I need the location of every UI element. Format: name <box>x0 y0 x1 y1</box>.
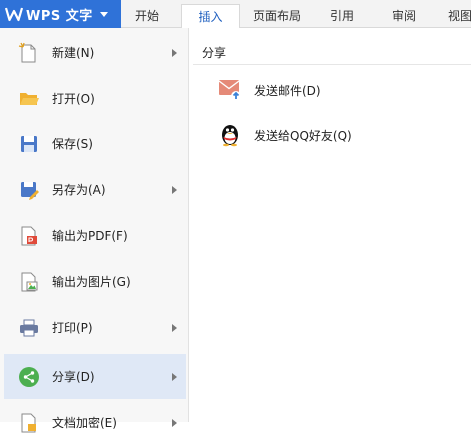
tab-home[interactable]: 开始 <box>121 4 173 28</box>
menu-item-export-pdf[interactable]: 输出为PDF(F) <box>4 213 186 258</box>
mail-icon <box>217 76 243 102</box>
menu-item-label: 打印(P) <box>52 321 93 335</box>
menu-item-print[interactable]: 打印(P) <box>4 305 186 350</box>
qq-icon <box>217 121 243 147</box>
menu-item-new[interactable]: 新建(N) <box>4 30 186 75</box>
submenu-arrow-icon <box>172 419 177 427</box>
ribbon-tab-bar: WPS 文字 开始 插入 页面布局 引用 审阅 视图 <box>0 0 471 29</box>
save-as-icon <box>18 179 40 201</box>
menu-item-encrypt[interactable]: 文档加密(E) <box>4 400 186 445</box>
tab-view[interactable]: 视图 <box>440 4 471 28</box>
app-name: WPS 文字 <box>26 8 93 24</box>
pdf-icon <box>18 225 40 247</box>
panel-title: 分享 <box>202 46 227 60</box>
wps-logo-icon <box>4 5 24 23</box>
share-icon <box>18 366 40 388</box>
menu-item-share[interactable]: 分享(D) <box>4 354 186 399</box>
chevron-down-icon[interactable] <box>95 5 113 23</box>
menu-item-label: 分享(D) <box>52 370 95 384</box>
menu-item-save-as[interactable]: 另存为(A) <box>4 167 186 212</box>
tab-references[interactable]: 引用 <box>316 4 368 28</box>
menu-item-label: 输出为PDF(F) <box>52 229 128 243</box>
menu-item-label: 打开(O) <box>52 92 95 106</box>
menu-item-open[interactable]: 打开(O) <box>4 76 186 121</box>
app-menu-button[interactable]: WPS 文字 <box>0 0 121 28</box>
menu-item-label: 输出为图片(G) <box>52 275 131 289</box>
submenu-arrow-icon <box>172 49 177 57</box>
menu-item-save[interactable]: 保存(S) <box>4 121 186 166</box>
share-item-label: 发送邮件(D) <box>254 84 321 98</box>
panel-divider <box>193 64 471 65</box>
menu-item-label: 保存(S) <box>52 137 93 151</box>
tab-insert[interactable]: 插入 <box>181 4 240 29</box>
save-icon <box>18 133 40 155</box>
new-doc-icon <box>18 42 40 64</box>
menu-item-export-image[interactable]: 输出为图片(G) <box>4 259 186 304</box>
printer-icon <box>18 317 40 339</box>
submenu-arrow-icon <box>172 186 177 194</box>
folder-icon <box>18 88 40 110</box>
file-menu: 新建(N) 打开(O) 保存(S) 另存为(A) 输出为PDF(F) 输出为图片… <box>0 28 189 433</box>
submenu-arrow-icon <box>172 373 177 381</box>
menu-item-label: 文档加密(E) <box>52 416 117 430</box>
submenu-arrow-icon <box>172 324 177 332</box>
share-item-label: 发送给QQ好友(Q) <box>254 129 352 143</box>
menu-item-label: 新建(N) <box>52 46 95 60</box>
tab-page-layout[interactable]: 页面布局 <box>246 4 308 28</box>
send-email-button[interactable]: 发送邮件(D) <box>213 74 453 106</box>
encrypt-icon <box>18 412 40 434</box>
send-qq-button[interactable]: 发送给QQ好友(Q) <box>213 119 453 151</box>
image-export-icon <box>18 271 40 293</box>
share-panel: 分享 发送邮件(D) 发送给QQ好友(Q) <box>189 28 471 422</box>
tab-review[interactable]: 审阅 <box>378 4 430 28</box>
menu-item-label: 另存为(A) <box>52 183 106 197</box>
